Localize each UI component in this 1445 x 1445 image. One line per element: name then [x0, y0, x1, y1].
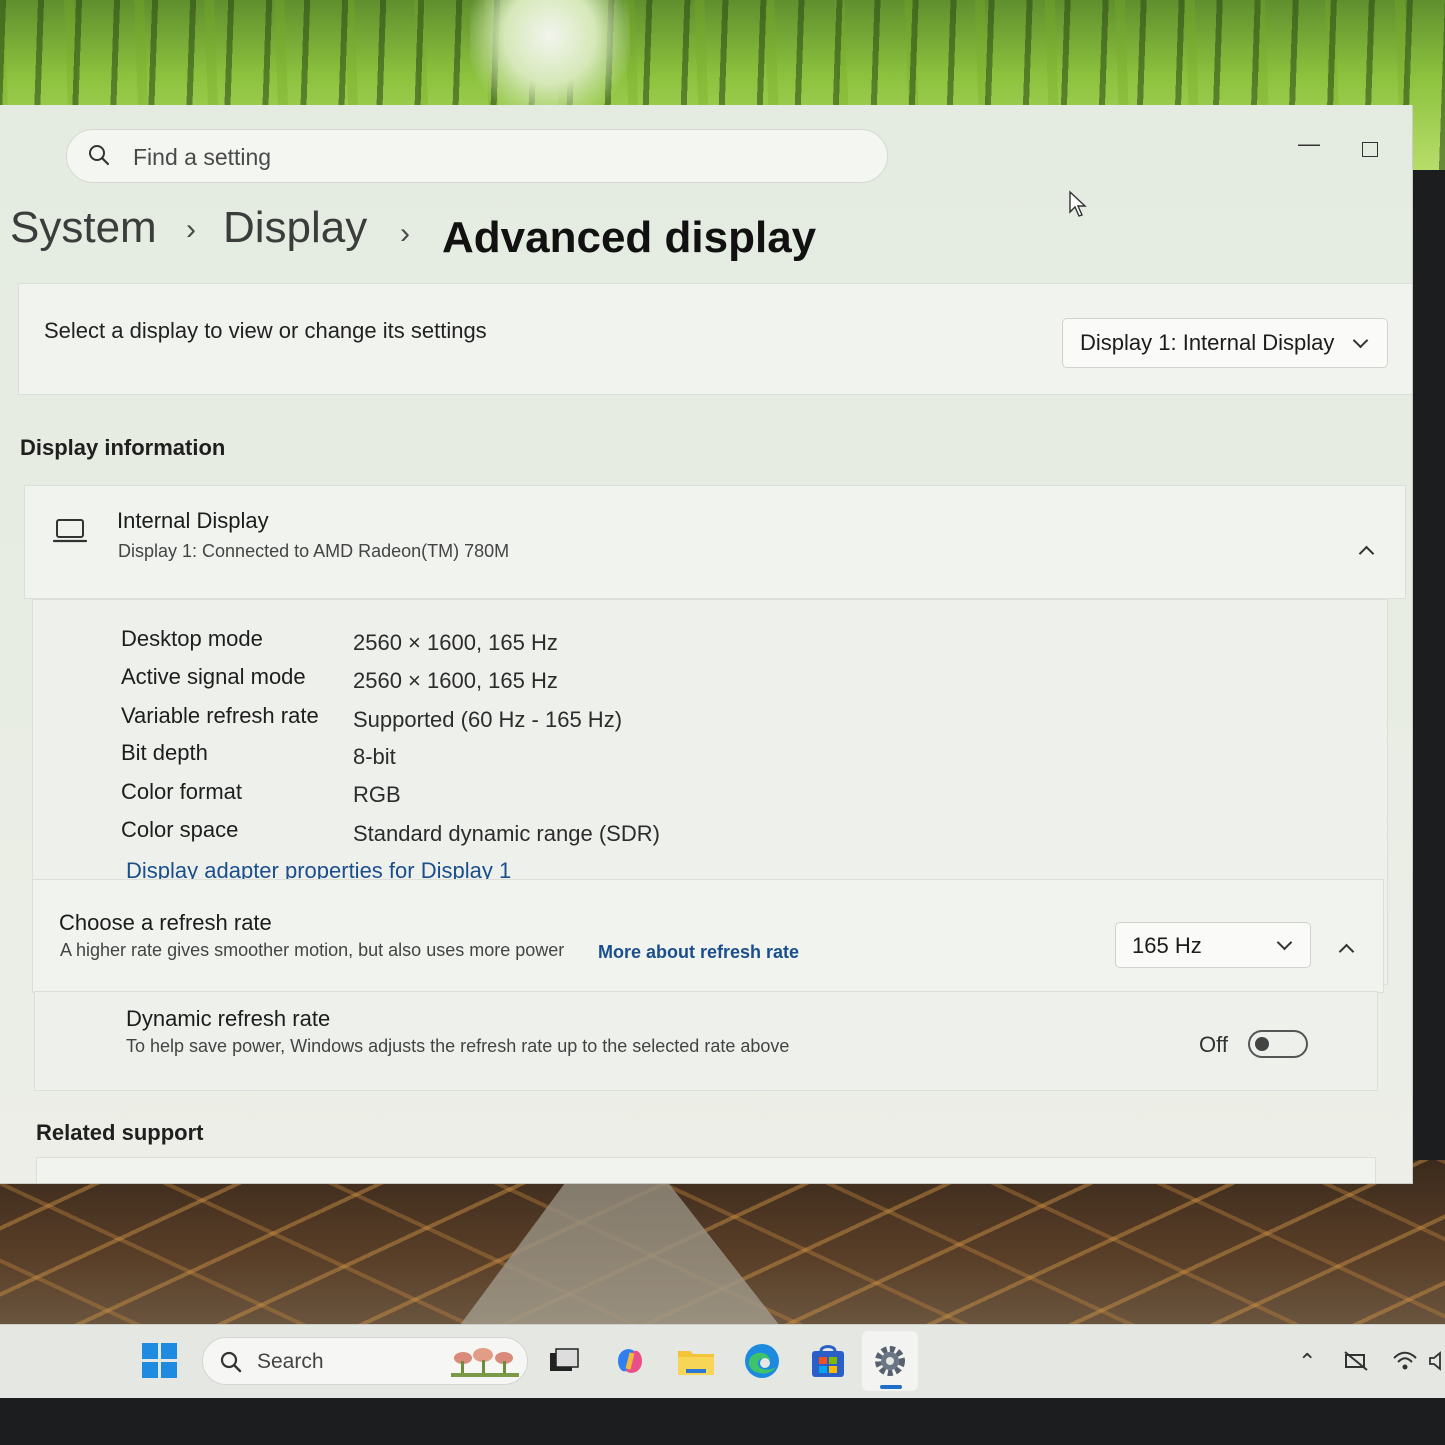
- screen-bezel: [0, 1398, 1445, 1445]
- dynamic-refresh-title: Dynamic refresh rate: [126, 1006, 331, 1031]
- copilot-icon[interactable]: [608, 1339, 652, 1383]
- wifi-icon[interactable]: [1392, 1349, 1418, 1373]
- search-input[interactable]: Find a setting: [133, 144, 271, 171]
- maximize-button[interactable]: [1362, 142, 1378, 157]
- detail-value: Supported (60 Hz - 165 Hz): [353, 707, 623, 732]
- detail-value: RGB: [353, 782, 401, 807]
- refresh-rate-dropdown[interactable]: 165 Hz: [1115, 922, 1311, 968]
- search-box[interactable]: Find a setting: [66, 129, 888, 183]
- detail-label: Color format: [121, 779, 243, 804]
- more-about-refresh-rate-link[interactable]: More about refresh rate: [598, 942, 799, 963]
- related-support-card: [36, 1157, 1376, 1183]
- refresh-rate-description: A higher rate gives smoother motion, but…: [60, 940, 565, 960]
- chevron-up-icon[interactable]: [1358, 545, 1375, 562]
- dynamic-refresh-card: Dynamic refresh rate To help save power,…: [34, 991, 1378, 1091]
- search-icon: [89, 145, 110, 166]
- toggle-knob: [1255, 1037, 1269, 1051]
- display-info-header[interactable]: Internal Display Display 1: Connected to…: [24, 485, 1406, 599]
- detail-label: Color space: [121, 817, 239, 842]
- chevron-up-icon[interactable]: ⌃: [1298, 1349, 1316, 1375]
- section-title-display-information: Display information: [20, 435, 226, 460]
- search-highlight-icon: [451, 1348, 519, 1377]
- minimize-button[interactable]: —: [1298, 131, 1320, 157]
- breadcrumb-system[interactable]: System: [10, 203, 157, 253]
- breadcrumb-separator-icon: ›: [400, 217, 410, 250]
- mouse-cursor-icon: [1069, 190, 1087, 217]
- file-explorer-icon[interactable]: [674, 1339, 718, 1383]
- dynamic-refresh-description: To help save power, Windows adjusts the …: [126, 1036, 790, 1056]
- chevron-up-icon[interactable]: [1338, 943, 1355, 960]
- dynamic-refresh-toggle[interactable]: [1248, 1030, 1308, 1058]
- refresh-rate-title: Choose a refresh rate: [59, 910, 272, 935]
- section-title-related-support: Related support: [36, 1120, 204, 1145]
- dynamic-refresh-state-label: Off: [1199, 1032, 1228, 1057]
- detail-label: Variable refresh rate: [121, 703, 319, 728]
- detail-label: Active signal mode: [121, 664, 306, 689]
- display-info-title: Internal Display: [117, 508, 269, 533]
- detail-value: Standard dynamic range (SDR): [353, 821, 660, 846]
- settings-icon[interactable]: [868, 1339, 912, 1383]
- chevron-down-icon: [1276, 934, 1293, 951]
- network-off-icon[interactable]: [1342, 1349, 1370, 1373]
- settings-window: — ✕ Find a setting System › Display › Ad…: [0, 105, 1413, 1184]
- windows-start-icon[interactable]: [142, 1343, 178, 1379]
- taskbar-search-label: Search: [257, 1350, 324, 1373]
- store-icon[interactable]: [806, 1339, 850, 1383]
- edge-icon[interactable]: [740, 1339, 784, 1383]
- detail-value: 2560 × 1600, 165 Hz: [353, 668, 558, 693]
- detail-label: Bit depth: [121, 740, 208, 765]
- refresh-rate-card: Choose a refresh rate A higher rate give…: [32, 879, 1384, 993]
- display-select-dropdown[interactable]: Display 1: Internal Display: [1062, 318, 1388, 368]
- breadcrumb-separator-icon: ›: [186, 213, 196, 246]
- task-view-icon[interactable]: [542, 1339, 586, 1383]
- laptop-icon: [53, 519, 87, 543]
- chevron-down-icon: [1352, 332, 1369, 349]
- detail-label: Desktop mode: [121, 626, 263, 651]
- display-select-value: Display 1: Internal Display: [1080, 330, 1335, 355]
- search-icon: [220, 1351, 242, 1373]
- refresh-rate-value: 165 Hz: [1132, 933, 1202, 958]
- volume-icon[interactable]: [1428, 1349, 1445, 1373]
- detail-value: 8-bit: [353, 744, 396, 769]
- taskbar-search[interactable]: Search: [202, 1337, 528, 1385]
- select-display-label: Select a display to view or change its s…: [44, 318, 487, 343]
- display-info-subtitle: Display 1: Connected to AMD Radeon(TM) 7…: [118, 541, 510, 561]
- wallpaper-bottom: [0, 1160, 1445, 1340]
- taskbar: Search ⌃: [0, 1324, 1445, 1399]
- select-display-card: Select a display to view or change its s…: [18, 283, 1412, 395]
- breadcrumb-display[interactable]: Display: [223, 203, 367, 253]
- active-app-indicator: [880, 1385, 902, 1389]
- page-title: Advanced display: [442, 213, 817, 262]
- detail-value: 2560 × 1600, 165 Hz: [353, 630, 558, 655]
